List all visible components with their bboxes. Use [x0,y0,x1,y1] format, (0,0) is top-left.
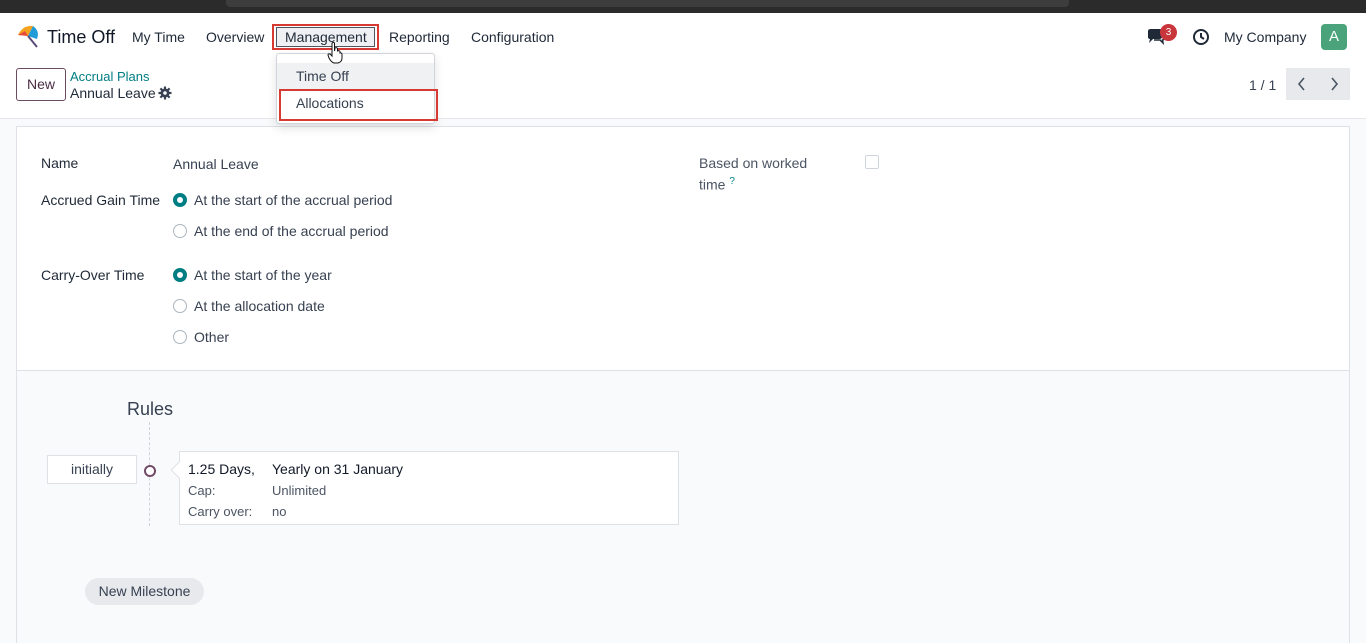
carry-over-time-label: Carry-Over Time [41,267,145,283]
radio-carry-allocation-date-label[interactable]: At the allocation date [194,298,325,314]
radio-carry-allocation-date[interactable] [173,299,187,313]
radio-carry-other[interactable] [173,330,187,344]
radio-accrued-end-label[interactable]: At the end of the accrual period [194,223,389,239]
radio-carry-start-year[interactable] [173,268,187,282]
milestone-card[interactable]: 1.25 Days, Yearly on 31 January Cap: Unl… [170,451,679,525]
rules-title: Rules [127,399,174,419]
hand-cursor-icon [327,42,343,64]
pager-previous-button[interactable] [1286,68,1318,100]
main-navbar: Time Off My Time Overview Management Rep… [0,13,1366,61]
based-on-worked-label-line1: Based on worked [699,155,808,171]
menu-overview[interactable]: Overview [206,29,264,45]
notification-badge: 3 [1160,24,1177,41]
based-on-worked-time-checkbox[interactable] [865,155,879,169]
initially-label: initially [47,455,137,484]
control-panel: New Accrual Plans Annual Leave 1 / 1 [0,61,1366,119]
based-on-worked-label-time: time [699,176,726,193]
help-tooltip-icon[interactable]: ? [729,176,735,187]
milestone-cap-label: Cap: [188,483,216,498]
gear-icon[interactable] [158,86,172,100]
breadcrumb-accrual-plans[interactable]: Accrual Plans [70,69,149,84]
radio-accrued-start[interactable] [173,193,187,207]
menu-configuration[interactable]: Configuration [471,29,554,45]
milestone-carry-label: Carry over: [188,504,253,519]
milestone-cap-value: Unlimited [272,483,327,498]
radio-accrued-start-label[interactable]: At the start of the accrual period [194,192,392,208]
user-avatar[interactable]: A [1321,24,1347,50]
radio-carry-start-year-label[interactable]: At the start of the year [194,267,332,283]
address-bar [226,0,1069,7]
menu-management[interactable]: Management [285,29,367,45]
milestone-amount: 1.25 Days, [188,461,255,477]
company-switcher[interactable]: My Company [1224,29,1306,45]
name-value[interactable]: Annual Leave [173,156,259,172]
menu-reporting[interactable]: Reporting [389,29,450,45]
based-on-worked-label-line2: time ? [699,176,735,193]
pager-value[interactable]: 1 / 1 [1249,77,1276,93]
clock-icon[interactable] [1192,28,1210,46]
chevron-right-icon [1331,77,1339,91]
dropdown-item-time-off[interactable]: Time Off [277,63,434,89]
milestone-carry-value: no [272,504,287,519]
radio-carry-other-label[interactable]: Other [194,329,229,345]
breadcrumb-current: Annual Leave [70,85,156,101]
browser-top-strip [0,0,1366,13]
milestone-frequency: Yearly on 31 January [272,461,404,477]
time-off-app-icon[interactable] [15,23,41,49]
app-name[interactable]: Time Off [47,27,115,48]
name-label: Name [41,155,79,171]
accrued-gain-time-label: Accrued Gain Time [41,192,161,208]
allocations-highlight-box [279,89,438,121]
pager-next-button[interactable] [1318,68,1350,100]
chevron-left-icon [1297,77,1305,91]
new-milestone-button[interactable]: New Milestone [85,578,204,605]
new-button[interactable]: New [16,68,66,101]
timeline-node [144,465,156,477]
menu-my-time[interactable]: My Time [132,29,185,45]
radio-accrued-end[interactable] [173,224,187,238]
